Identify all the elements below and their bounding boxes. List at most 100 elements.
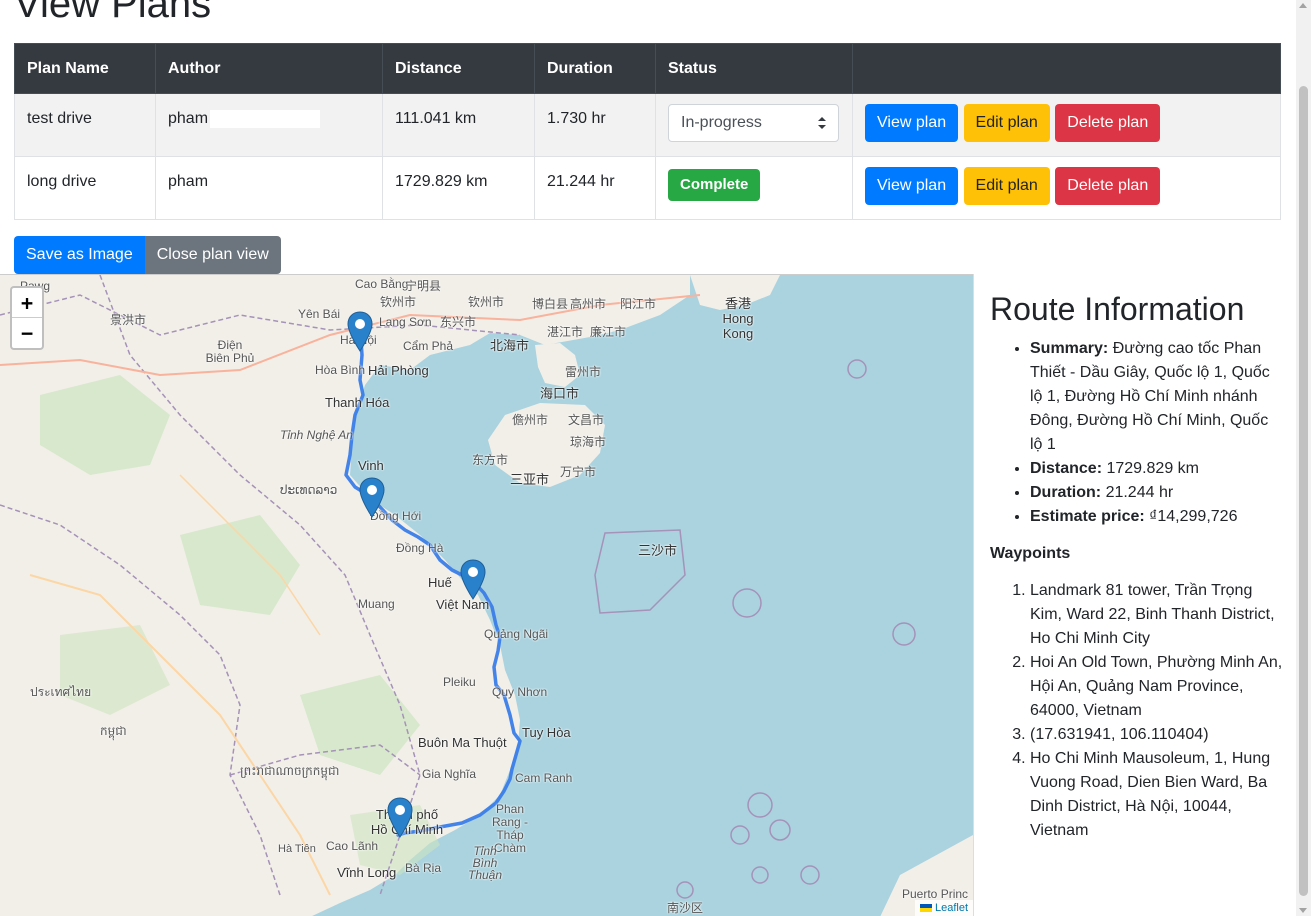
- page-scrollbar[interactable]: [1296, 0, 1311, 916]
- duration-value: 21.244 hr: [1105, 484, 1174, 501]
- status-complete-badge: Complete: [668, 169, 761, 201]
- map-label: Quy Nhơn: [492, 685, 548, 699]
- map-label: 阳江市: [620, 297, 657, 311]
- map-label: កម្ពុជា: [100, 724, 127, 738]
- map-label: 钦州市: [380, 295, 417, 309]
- header-actions: [852, 43, 1281, 94]
- map-marker-icon[interactable]: [347, 311, 373, 353]
- cell-actions: View plan Edit plan Delete plan: [852, 93, 1281, 157]
- price-label: Estimate price:: [1030, 508, 1145, 525]
- route-map[interactable]: Pawg Cao Bằng 宁明县 钦州市 博白县 高州市 阳江市 香港 Hon…: [0, 274, 973, 916]
- map-label: 海口市: [540, 386, 580, 401]
- map-label: 景洪市: [110, 313, 147, 327]
- cell-plan-name: long drive: [14, 156, 156, 220]
- delete-plan-button[interactable]: Delete plan: [1055, 104, 1161, 142]
- map-marker-icon[interactable]: [460, 559, 486, 601]
- summary-label: Summary:: [1030, 340, 1109, 357]
- map-label: 万宁市: [560, 465, 597, 479]
- waypoint-item: (17.631941, 106.110404): [1030, 723, 1295, 747]
- map-label: 博白县: [532, 297, 569, 311]
- map-label: 廉江市: [590, 325, 627, 339]
- status-select[interactable]: In-progress: [668, 104, 839, 142]
- map-label: ປະເທດລາວ: [280, 483, 338, 497]
- cell-author: pham: [155, 156, 383, 220]
- map-label: Tuy Hòa: [522, 725, 571, 740]
- map-label: 文昌市: [568, 413, 605, 427]
- zoom-in-button[interactable]: +: [12, 288, 42, 318]
- map-marker-icon[interactable]: [359, 477, 385, 519]
- map-label: Thanh Hóa: [325, 395, 390, 410]
- waypoint-item: Hoi An Old Town, Phường Minh An, Hội An,…: [1030, 651, 1295, 723]
- ukraine-flag-icon: [919, 904, 932, 913]
- view-plan-button[interactable]: View plan: [865, 104, 959, 142]
- page-title: View Plans: [14, 0, 212, 26]
- zoom-out-button[interactable]: −: [12, 318, 42, 348]
- cell-plan-name: test drive: [14, 93, 156, 157]
- delete-plan-button[interactable]: Delete plan: [1055, 167, 1161, 205]
- view-plan-button[interactable]: View plan: [865, 167, 959, 205]
- map-label: 香港 Hong Kong: [722, 296, 754, 341]
- waypoints-list: Landmark 81 tower, Trần Trọng Kim, Ward …: [990, 579, 1295, 843]
- waypoint-item: Ho Chi Minh Mausoleum, 1, Hung Vuong Roa…: [1030, 747, 1295, 843]
- plans-table: Plan Name Author Distance Duration Statu…: [14, 43, 1281, 220]
- cell-distance: 111.041 km: [382, 93, 535, 157]
- map-label: Tỉnh Nghệ An: [280, 428, 353, 442]
- map-label: 北海市: [490, 338, 530, 353]
- author-name: pham: [168, 110, 209, 128]
- map-label: Cam Ranh: [515, 771, 573, 785]
- map-label: Bà Rịa: [405, 861, 442, 875]
- save-as-image-button[interactable]: Save as Image: [14, 236, 145, 274]
- map-label: 雷州市: [565, 365, 602, 379]
- close-plan-view-button[interactable]: Close plan view: [144, 236, 281, 274]
- header-status: Status: [655, 43, 853, 94]
- map-label: 高州市: [570, 297, 607, 311]
- map-label: 宁明县: [405, 279, 442, 293]
- edit-plan-button[interactable]: Edit plan: [963, 167, 1050, 205]
- table-row: test drive pham 111.041 km 1.730 hr In-p…: [14, 93, 1281, 157]
- map-marker-icon[interactable]: [387, 797, 413, 839]
- map-label: Huế: [428, 575, 452, 590]
- table-row: long drive pham 1729.829 km 21.244 hr Co…: [14, 156, 1281, 220]
- plan-toolbar: Save as Image Close plan view: [14, 236, 281, 274]
- map-label: 儋州市: [512, 413, 549, 427]
- map-label: 东兴市: [440, 315, 477, 329]
- header-duration: Duration: [534, 43, 656, 94]
- map-label: 钦州市: [468, 295, 505, 309]
- cell-actions: View plan Edit plan Delete plan: [852, 156, 1281, 220]
- header-plan-name: Plan Name: [14, 43, 156, 94]
- map-label: Vĩnh Long: [337, 865, 397, 880]
- map-label: Cẩm Phả: [403, 339, 454, 353]
- map-label: Vinh: [358, 458, 384, 473]
- scroll-up-arrow-icon[interactable]: [1299, 3, 1307, 8]
- map-label: Yên Bái: [298, 307, 341, 321]
- waypoints-title: Waypoints: [990, 545, 1071, 562]
- map-label: 南沙区: [667, 901, 704, 915]
- summary-item: Summary: Đường cao tốc Phan Thiết - Dầu …: [1030, 337, 1295, 457]
- scroll-down-arrow-icon[interactable]: [1299, 908, 1307, 913]
- waypoint-item: Landmark 81 tower, Trần Trọng Kim, Ward …: [1030, 579, 1295, 651]
- status-select-value: In-progress: [681, 114, 762, 131]
- map-label: 三亚市: [510, 472, 550, 487]
- scrollbar-thumb[interactable]: [1299, 86, 1308, 896]
- map-label: Buôn Ma Thuột: [418, 735, 507, 750]
- map-label: 东方市: [472, 453, 509, 467]
- route-info-panel: Route Information Summary: Đường cao tốc…: [973, 274, 1295, 916]
- map-label: Đồng Hà: [396, 541, 444, 555]
- cell-status: In-progress: [655, 93, 853, 157]
- map-label: Quảng Ngãi: [484, 627, 549, 641]
- table-header-row: Plan Name Author Distance Duration Statu…: [14, 43, 1281, 94]
- map-label: Gia Nghĩa: [422, 767, 477, 781]
- map-label: ព្រះរាជាណាចក្រកម្ពុជា: [240, 764, 340, 778]
- leaflet-link[interactable]: Leaflet: [935, 902, 968, 914]
- map-label: Cao Bằng: [355, 277, 409, 291]
- zoom-control: + −: [10, 286, 44, 350]
- cell-duration: 1.730 hr: [534, 93, 656, 157]
- map-label: 琼海市: [570, 435, 607, 449]
- map-attribution: Leaflet: [914, 900, 973, 916]
- map-label: Lạng Sơn: [379, 315, 432, 329]
- cell-duration: 21.244 hr: [534, 156, 656, 220]
- map-label: Puerto Princ: [902, 887, 969, 901]
- select-caret-icon: [818, 117, 826, 129]
- redaction-box: [210, 110, 321, 128]
- edit-plan-button[interactable]: Edit plan: [963, 104, 1050, 142]
